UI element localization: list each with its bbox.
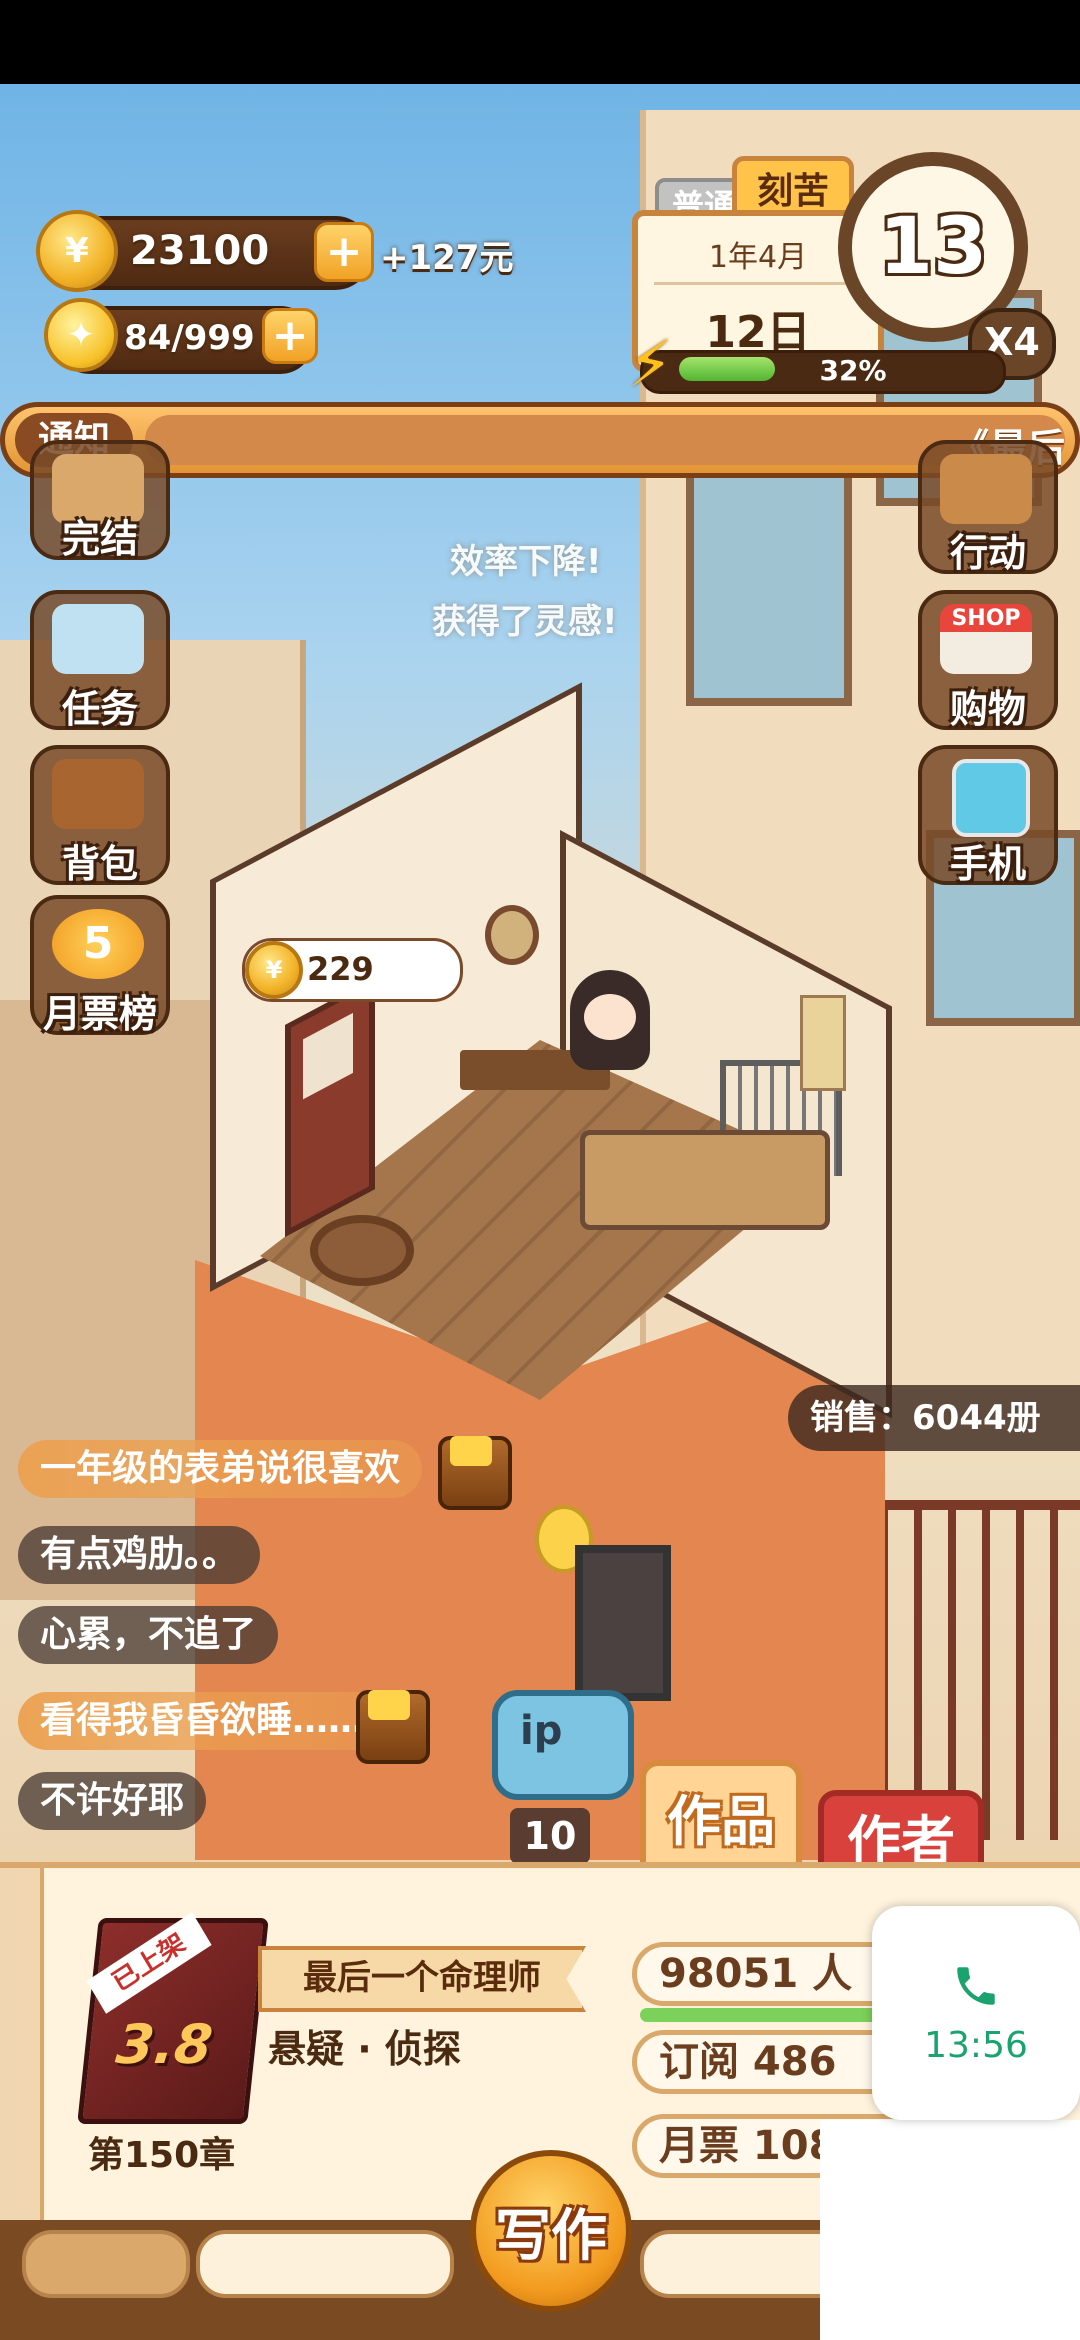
ip-button[interactable]: ip	[492, 1690, 634, 1800]
nav-slot-center-left[interactable]	[196, 2230, 454, 2298]
call-widget[interactable]: 13:56	[872, 1906, 1080, 2120]
level-badge: 10	[510, 1808, 590, 1864]
coin-icon: ¥	[245, 941, 303, 999]
idea-amount: 84/999	[124, 318, 255, 358]
monthly-ticket-coin-icon: 5	[52, 909, 144, 979]
call-duration: 13:56	[924, 2024, 1028, 2066]
book-complete-icon	[52, 454, 144, 524]
house-doorway	[575, 1545, 671, 1701]
book-title: 最后一个命理师	[258, 1946, 586, 2012]
add-ideas-button[interactable]: +	[262, 308, 318, 364]
side-button-label: 完结	[61, 517, 138, 561]
bed[interactable]	[580, 1130, 830, 1230]
floating-text-efficiency: 效率下降!	[450, 542, 602, 582]
shop-icon: SHOP	[940, 604, 1032, 674]
lightbulb-icon: ✦	[44, 298, 118, 372]
side-button-tasks[interactable]: 任务	[30, 590, 170, 731]
book-score: 3.8	[113, 2013, 216, 2076]
nav-slot-center-right[interactable]	[640, 2230, 848, 2298]
side-button-complete[interactable]: 完结	[30, 440, 170, 561]
side-button-monthly-ranking[interactable]: 5 月票榜	[30, 895, 170, 1036]
treasure-chest-icon[interactable]	[438, 1436, 512, 1510]
reader-comment[interactable]: 看得我昏昏欲睡……	[18, 1692, 387, 1750]
readers-progress-bar	[640, 2008, 890, 2022]
side-button-backpack[interactable]: 背包	[30, 745, 170, 886]
side-button-label: 行动	[949, 531, 1026, 575]
write-button[interactable]: 写作	[470, 2150, 632, 2312]
rug	[310, 1215, 414, 1286]
round-window	[485, 905, 539, 965]
backpack-icon	[52, 759, 144, 829]
published-ribbon: 已上架	[86, 1912, 212, 2014]
lightning-icon[interactable]: ⚡	[628, 330, 688, 400]
side-button-label: 任务	[61, 687, 138, 731]
side-button-label: 手机	[949, 842, 1026, 886]
coin-amount: 23100	[130, 228, 270, 274]
energy-fill	[679, 357, 775, 381]
building-window	[686, 470, 852, 706]
reader-comment[interactable]: 一年级的表弟说很喜欢	[18, 1440, 423, 1498]
sales-counter: 销售：6044册	[788, 1385, 1080, 1451]
side-button-label: 月票榜	[42, 992, 157, 1036]
chapter-label: 第150章	[88, 2135, 236, 2176]
status-bar	[0, 0, 1080, 84]
writer-character[interactable]	[570, 970, 650, 1070]
add-coins-button[interactable]: +	[314, 222, 374, 282]
floating-text-inspiration: 获得了灵感!	[432, 602, 618, 642]
coin-bubble[interactable]: ¥ 229	[242, 938, 463, 1002]
side-button-action[interactable]: 行动	[918, 440, 1058, 575]
phone-call-icon	[957, 1966, 995, 2005]
side-button-phone[interactable]: 手机	[918, 745, 1058, 886]
clipboard-task-icon	[52, 604, 144, 674]
energy-percent: 32%	[819, 354, 887, 387]
book-genre: 悬疑 · 侦探	[268, 2027, 461, 2071]
nav-slot-left[interactable]	[22, 2230, 190, 2298]
treasure-chest-icon[interactable]	[356, 1690, 430, 1764]
side-button-label: 背包	[61, 842, 138, 886]
reader-comment[interactable]: 心累，不追了	[18, 1606, 279, 1664]
coin-icon: ¥	[36, 210, 118, 292]
energy-bar: 32%	[640, 350, 1006, 394]
reader-comment[interactable]: 有点鸡肋。。	[18, 1526, 261, 1584]
overlay-white-area	[820, 2120, 1080, 2340]
reader-comment[interactable]: 不许好耶	[18, 1772, 207, 1830]
balcony-railing	[880, 1500, 1080, 1840]
clock-value: 13	[878, 202, 988, 292]
coin-bonus: +127元	[380, 238, 514, 278]
side-button-shop[interactable]: SHOP 购物	[918, 590, 1058, 731]
wall-poster	[800, 995, 846, 1091]
coin-bubble-value: 229	[307, 950, 374, 988]
action-arrow-icon	[940, 454, 1032, 524]
side-button-label: 购物	[949, 687, 1026, 731]
phone-icon	[952, 759, 1030, 837]
book-cover[interactable]: 已上架 3.8	[77, 1912, 269, 2124]
